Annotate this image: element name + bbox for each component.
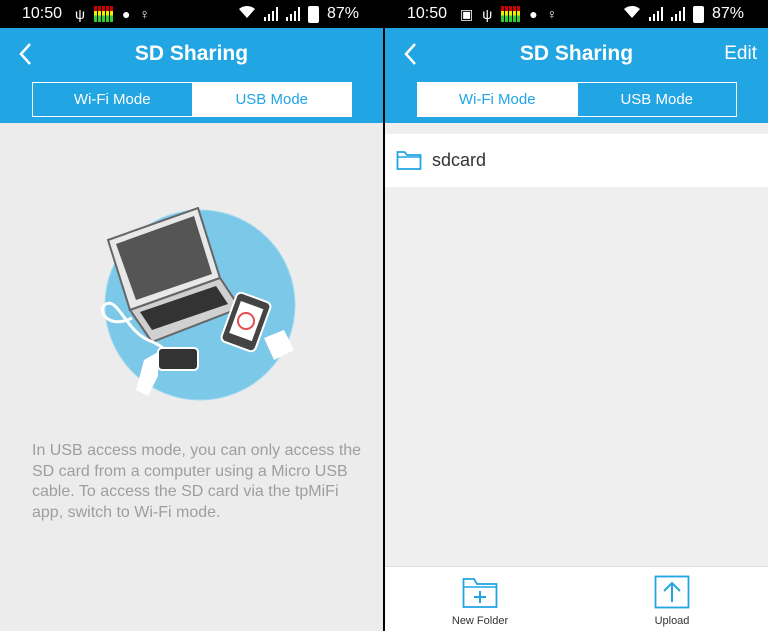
page-title: SD Sharing	[519, 42, 634, 65]
upload-icon	[654, 575, 690, 609]
tab-wifi-mode[interactable]: Wi-Fi Mode	[418, 83, 577, 116]
upload-label: Upload	[654, 615, 690, 627]
edit-button[interactable]: Edit	[724, 43, 757, 65]
bottom-toolbar: New Folder Upload	[385, 566, 768, 631]
image-icon: ▣	[460, 5, 474, 22]
battery-icon	[307, 5, 319, 23]
battery-icon	[692, 5, 704, 23]
usb-icon: ψ	[75, 6, 85, 22]
bomb-icon: ●	[529, 6, 538, 22]
usb-icon: ψ	[482, 6, 493, 22]
battery-percent: 87%	[711, 5, 744, 22]
status-bar: 10:50 ψ ● ♀ 87%	[0, 0, 383, 28]
signal-icon	[263, 7, 278, 21]
new-folder-icon	[462, 578, 498, 608]
battery-percent: 87%	[326, 5, 359, 22]
wifi-icon	[623, 5, 641, 24]
new-folder-label: New Folder	[451, 615, 509, 627]
equalizer-icon	[501, 6, 521, 22]
usb-mode-description: In USB access mode, you can only access …	[32, 442, 362, 521]
tab-wifi-mode[interactable]: Wi-Fi Mode	[33, 83, 192, 116]
tab-usb-mode[interactable]: USB Mode	[576, 83, 737, 116]
signal-icon	[670, 7, 685, 21]
app-header: SD Sharing Wi-Fi Mode USB Mode	[0, 28, 383, 123]
status-time: 10:50	[22, 5, 63, 22]
equalizer-icon	[93, 6, 113, 22]
mode-tabs: Wi-Fi Mode USB Mode	[417, 82, 737, 117]
app-header: SD Sharing Edit Wi-Fi Mode USB Mode	[385, 28, 768, 123]
tab-usb-mode[interactable]: USB Mode	[191, 83, 351, 116]
signal-icon	[285, 7, 300, 21]
status-bar: 10:50 ▣ ψ ● ♀ 87%	[385, 0, 768, 28]
status-time: 10:50	[407, 5, 448, 22]
wifi-icon	[238, 5, 256, 24]
list-item[interactable]: sdcard	[385, 134, 768, 187]
bomb-icon: ●	[121, 6, 131, 22]
new-folder-button[interactable]: New Folder	[420, 567, 540, 631]
signal-icon	[648, 7, 663, 21]
usb-connection-illustration	[101, 206, 296, 401]
folder-icon	[396, 151, 422, 170]
upload-button[interactable]: Upload	[612, 567, 732, 631]
mode-tabs: Wi-Fi Mode USB Mode	[32, 82, 352, 117]
page-title: SD Sharing	[134, 42, 249, 65]
bulb-icon: ♀	[546, 6, 558, 22]
file-name: sdcard	[432, 150, 487, 170]
bulb-icon: ♀	[139, 6, 150, 22]
wifi-mode-screen: 10:50 ▣ ψ ● ♀ 87% SD Sharing Edit Wi-Fi …	[385, 0, 768, 631]
usb-mode-screen: 10:50 ψ ● ♀ 87% SD Sharing Wi-Fi Mode US…	[0, 0, 383, 631]
